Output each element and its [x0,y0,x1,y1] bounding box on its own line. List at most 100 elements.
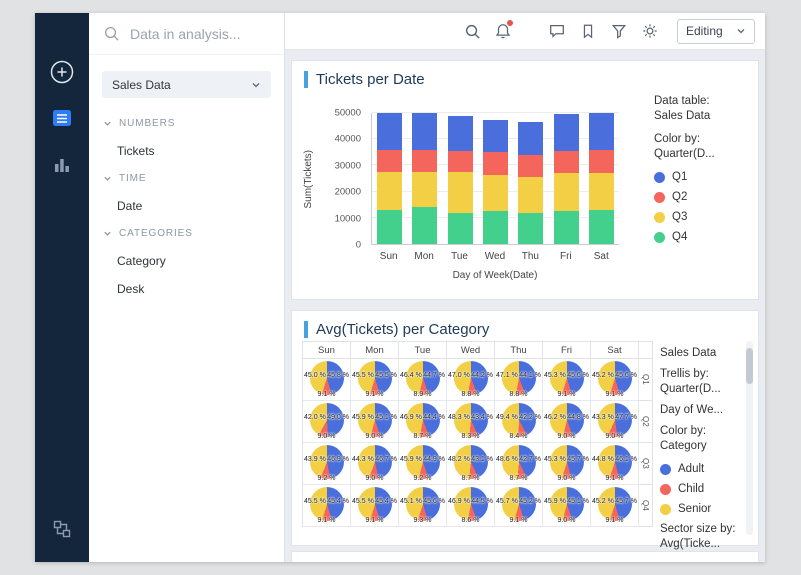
pie-card-scrollbar[interactable] [746,341,753,535]
bar-segment-q4[interactable] [483,211,508,244]
data-section-header[interactable]: TIME [89,165,284,192]
trellis-row: 45.0 %45.8 %9.1 %45.5 %45.5 %9.1 %46.4 %… [303,359,653,401]
bar-segment-q3[interactable] [483,175,508,212]
bar-segment-q2[interactable] [483,152,508,174]
data-section-header[interactable]: NUMBERS [89,110,284,137]
bar-segment-q3[interactable] [518,177,543,212]
visualization-types-button[interactable] [47,149,77,179]
trellis-column-header: Sun [303,342,351,359]
data-table-selector[interactable]: Sales Data [102,71,271,98]
bar-segment-q4[interactable] [518,213,543,244]
legend-trellis-value-1[interactable]: Quarter(D... [660,383,750,396]
legend-item-adult[interactable]: Adult [660,463,750,476]
bar-segment-q1[interactable] [412,113,437,150]
bar-segment-q1[interactable] [483,120,508,153]
legend-sector-size-value[interactable]: Avg(Ticke... [660,538,750,551]
data-field-item[interactable]: Category [89,247,284,275]
bar-segment-q3[interactable] [554,173,579,211]
bar-sat[interactable] [589,113,614,244]
bar-segment-q4[interactable] [554,211,579,244]
legend-color-by-value[interactable]: Quarter(D... [654,148,754,161]
bar-segment-q4[interactable] [377,210,402,244]
pie-label-child: 9.3 % [399,517,446,525]
trellis-row-header: Q3 [639,443,653,485]
bar-mon[interactable] [412,113,437,244]
pie-label-adult: 46.7 % [375,456,397,464]
pie-label-senior: 47.0 % [448,372,470,380]
scrollbar-thumb[interactable] [746,348,753,384]
data-search-input[interactable] [130,26,270,42]
bar-segment-q1[interactable] [448,116,473,151]
data-field-item[interactable]: Date [89,192,284,220]
bar-segment-q3[interactable] [448,172,473,213]
add-visualization-button[interactable] [47,57,77,87]
bar-thu[interactable] [518,113,543,244]
data-panel-button[interactable] [47,103,77,133]
pie-label-adult: 43.1 % [471,456,493,464]
bookmarks-button[interactable] [576,19,600,43]
bar-fri[interactable] [554,113,579,244]
bar-chart-card[interactable]: Tickets per Date Sum(Tickets) 0100002000… [291,60,759,300]
filters-button[interactable] [607,19,631,43]
legend-color-by-value[interactable]: Category [660,440,750,453]
legend-item-q3[interactable]: Q3 [654,211,754,224]
pie-label-child: 9.1 % [495,517,542,525]
notifications-button[interactable] [491,19,515,43]
chevron-down-icon [251,80,261,90]
trellis-row-header: Q1 [639,359,653,401]
bar-segment-q3[interactable] [589,173,614,210]
legend-item-senior[interactable]: Senior [660,503,750,516]
chevron-down-icon [103,229,112,238]
bar-segment-q2[interactable] [412,150,437,172]
data-canvas-button[interactable] [47,514,77,544]
bar-segment-q2[interactable] [554,151,579,173]
bar-tue[interactable] [448,113,473,244]
legend-data-table-value[interactable]: Sales Data [654,110,754,123]
data-field-item[interactable]: Tickets [89,137,284,165]
bar-segment-q1[interactable] [554,114,579,151]
pie-label-adult: 45.1 % [567,498,589,506]
section-label: NUMBERS [119,118,175,129]
bar-segment-q4[interactable] [589,210,614,244]
settings-button[interactable] [638,19,662,43]
bar-segment-q3[interactable] [377,172,402,210]
pie-label-senior: 45.5 % [352,372,374,380]
pie-label-adult: 44.8 % [567,414,589,422]
pie-cell-q1-wed: 47.0 %44.2 %8.8 % [447,359,495,401]
legend-data-table-value[interactable]: Sales Data [660,347,750,360]
trellis-column-header: Tue [399,342,447,359]
bar-segment-q1[interactable] [518,122,543,155]
bar-segment-q4[interactable] [412,207,437,244]
toolbar-search-button[interactable] [460,19,484,43]
editing-mode-selector[interactable]: Editing [677,19,755,44]
bar-segment-q2[interactable] [377,150,402,172]
legend-item-q1[interactable]: Q1 [654,171,754,184]
bar-wed[interactable] [483,113,508,244]
bar-segment-q2[interactable] [448,151,473,172]
legend-trellis-value-2[interactable]: Day of We... [660,404,750,417]
pie-label-child: 8.7 % [447,475,494,483]
legend-item-child[interactable]: Child [660,483,750,496]
data-section-header[interactable]: CATEGORIES [89,220,284,247]
bar-segment-q2[interactable] [518,155,543,177]
bar-chart-title: Tickets per Date [316,71,425,88]
bar-segment-q1[interactable] [589,113,614,150]
pie-label-child: 9.1 % [543,391,590,399]
pie-label-senior: 46.4 % [400,372,422,380]
bar-segment-q1[interactable] [377,113,402,150]
pie-cell-q2-mon: 45.9 %45.1 %9.0 % [351,401,399,443]
data-field-item[interactable]: Desk [89,275,284,303]
pie-label-senior: 45.2 % [592,498,614,506]
bar-sun[interactable] [377,113,402,244]
legend-color-dot [654,212,665,223]
bar-segment-q3[interactable] [412,172,437,207]
legend-item-q4[interactable]: Q4 [654,231,754,244]
legend-color-dot [654,192,665,203]
legend-item-q2[interactable]: Q2 [654,191,754,204]
bar-segment-q2[interactable] [589,150,614,174]
bar-segment-q4[interactable] [448,213,473,244]
pie-trellis-card[interactable]: Avg(Tickets) per Category SunMonTueWedTh… [291,310,759,546]
pie-label-adult: 45.7 % [567,456,589,464]
pie-card-title-row: Avg(Tickets) per Category [292,311,758,338]
comments-button[interactable] [545,19,569,43]
